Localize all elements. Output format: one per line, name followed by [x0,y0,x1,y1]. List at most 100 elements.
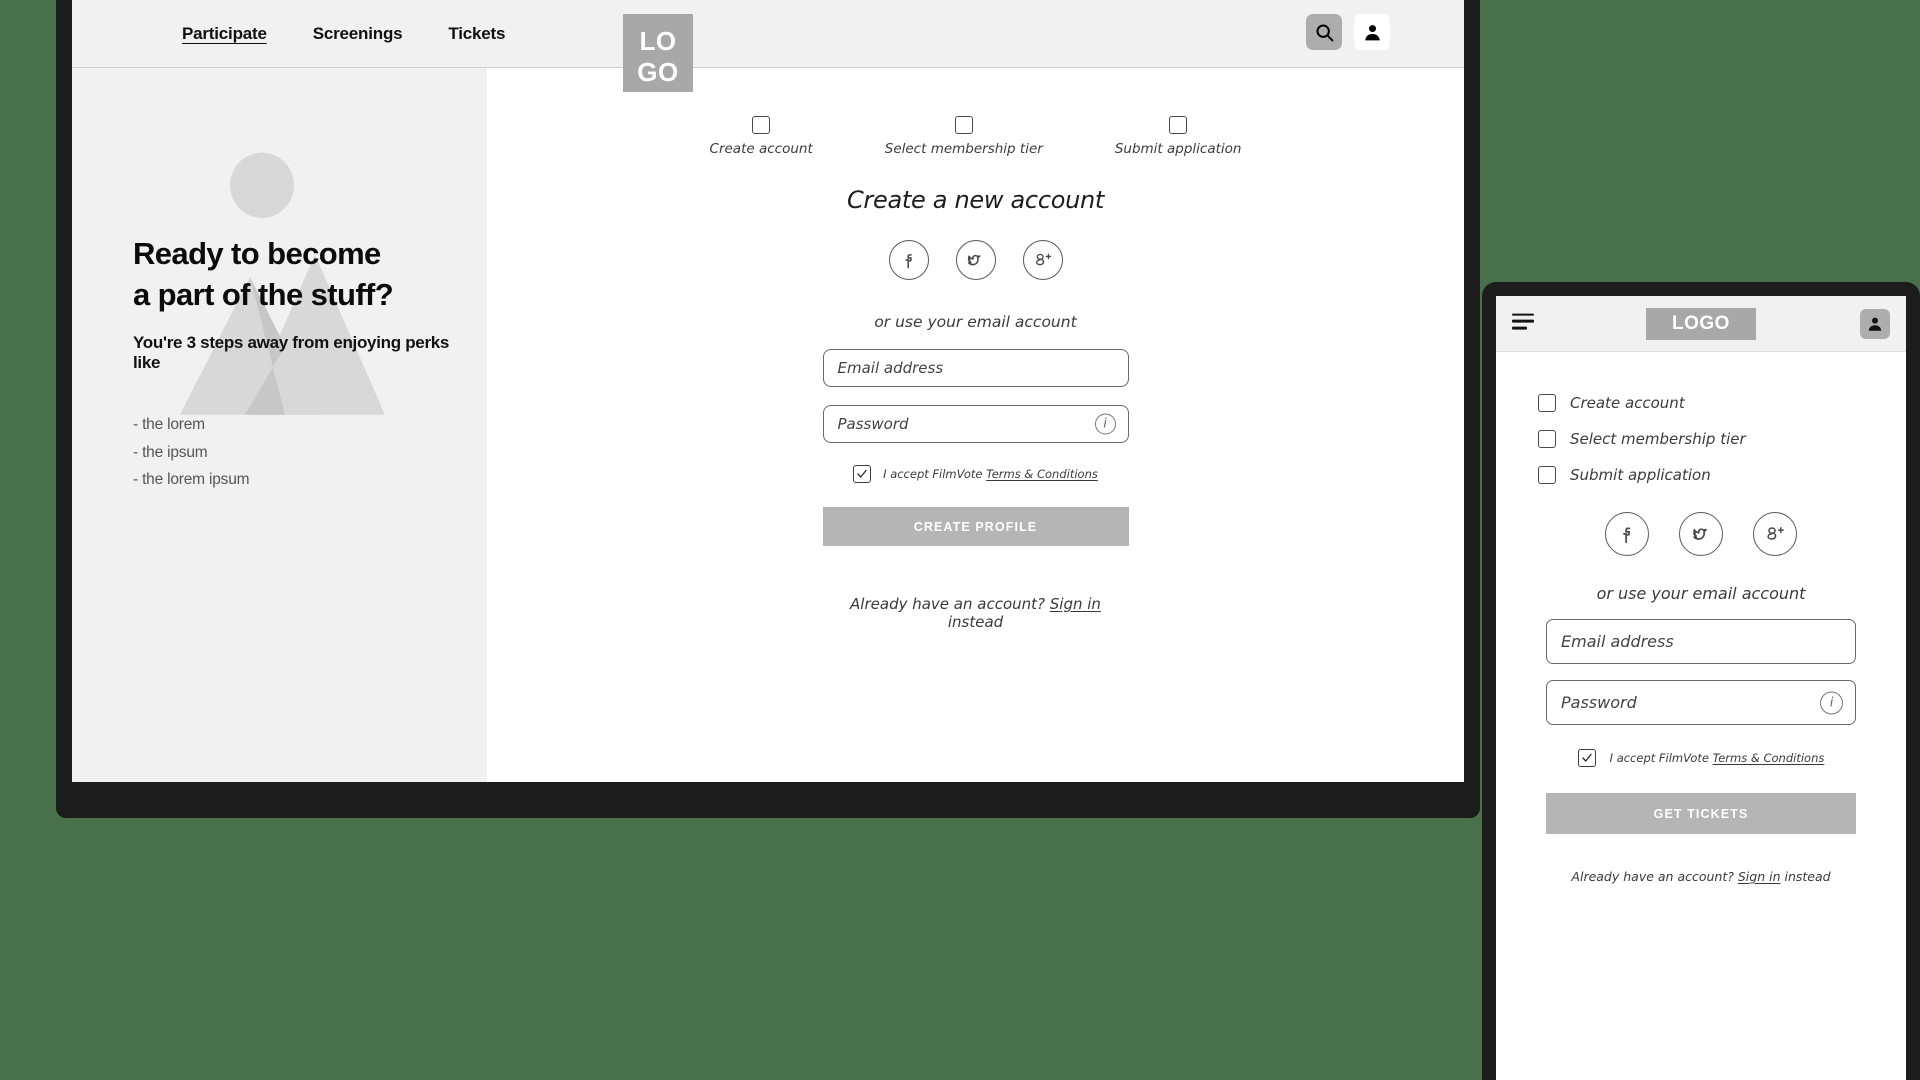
desktop-screen: Participate Screenings Tickets LO GO Rea… [72,0,1464,782]
logo-line-1: LO [639,26,677,56]
progress-stepper: Create account Select membership tier Su… [487,116,1464,157]
step-label: Submit application [1570,466,1711,484]
step-select-membership-tier[interactable]: Select membership tier [885,116,1043,157]
step-label: Create account [1570,394,1685,412]
googleplus-icon [1031,248,1055,272]
account-button[interactable] [1354,14,1390,50]
email-placeholder: Email address [837,359,944,377]
twitter-icon [964,249,987,272]
main-navigation: Participate Screenings Tickets [182,0,505,68]
search-button[interactable] [1306,14,1342,50]
signin-prompt: Already have an account? Sign in instead [1546,869,1856,884]
mobile-screen: LOGO Create account Select membership ti… [1496,296,1906,1080]
googleplus-icon [1762,521,1788,547]
title-line-1: Ready to become [133,236,381,271]
facebook-login-button[interactable] [1605,512,1649,556]
get-tickets-button[interactable]: GET TICKETS [1546,793,1856,834]
nav-item-screenings[interactable]: Screenings [313,24,403,44]
facebook-icon [1615,522,1639,546]
page-title: Ready to become a part of the stuff? [133,233,463,315]
terms-prefix: I accept FilmVote [883,467,987,481]
step-label: Select membership tier [884,141,1043,157]
promo-subtitle: You're 3 steps away from enjoying perks … [133,333,450,372]
terms-row: I accept FilmVote Terms & Conditions [823,465,1129,483]
list-item: - the ipsum [133,443,208,461]
mobile-signup-form: or use your email account Email address … [1546,512,1856,884]
signup-panel: Create account Select membership tier Su… [487,68,1464,782]
step-checkbox[interactable] [1538,466,1556,484]
step-checkbox[interactable] [1169,116,1188,134]
step-select-membership-tier[interactable]: Select membership tier [1538,430,1906,448]
step-submit-application[interactable]: Submit application [1114,116,1242,157]
password-placeholder: Password [837,415,909,433]
promo-copy: Ready to become a part of the stuff? You… [133,233,463,498]
terms-link[interactable]: Terms & Conditions [986,467,1098,481]
terms-label: I accept FilmVote Terms & Conditions [1610,751,1825,765]
nav-item-tickets[interactable]: Tickets [448,24,505,44]
mobile-device-frame: LOGO Create account Select membership ti… [1482,282,1920,1080]
signin-suffix: instead [947,613,1004,631]
mobile-header: LOGO [1496,296,1906,352]
form-divider-text: or use your email account [874,313,1077,331]
twitter-login-button[interactable] [955,240,996,280]
step-label: Create account [709,141,813,157]
password-field[interactable]: Password i [822,405,1129,443]
terms-checkbox[interactable] [853,465,872,483]
facebook-login-button[interactable] [888,240,929,280]
social-login-row [823,240,1129,280]
googleplus-login-button[interactable] [1753,512,1797,556]
left-promo-panel: Ready to become a part of the stuff? You… [72,68,487,782]
nav-item-participate[interactable]: Participate [182,24,267,44]
signin-prefix: Already have an account? [850,595,1050,613]
terms-label: I accept FilmVote Terms & Conditions [883,467,1098,481]
create-profile-button[interactable]: CREATE PROFILE [822,507,1129,546]
signin-prefix: Already have an account? [1571,869,1738,884]
step-create-account[interactable]: Create account [1538,394,1906,412]
search-icon [1314,22,1335,43]
form-title: Create a new account [846,186,1105,214]
signin-link[interactable]: Sign in [1738,869,1781,884]
logo-line-2: GO [637,57,679,87]
step-checkbox[interactable] [752,116,771,134]
email-field[interactable]: Email address [1546,619,1856,664]
terms-link[interactable]: Terms & Conditions [1713,751,1825,765]
email-placeholder: Email address [1561,632,1674,651]
list-item: - the lorem [133,416,205,433]
terms-row: I accept FilmVote Terms & Conditions [1546,749,1856,767]
signup-form: Create a new account or use your email a… [822,186,1129,631]
social-login-row [1546,512,1856,556]
mobile-progress-stepper: Create account Select membership tier Su… [1538,394,1906,484]
signin-suffix: instead [1780,869,1831,884]
info-icon[interactable]: i [1094,413,1116,435]
site-logo[interactable]: LO GO [623,14,693,92]
terms-checkbox[interactable] [1577,749,1596,767]
step-label: Submit application [1114,141,1242,157]
header-actions [1306,14,1390,50]
person-icon [1362,22,1383,43]
step-create-account[interactable]: Create account [710,116,813,157]
signin-prompt: Already have an account? Sign in instead [823,595,1129,631]
mobile-account-button[interactable] [1860,308,1890,339]
form-divider-text: or use your email account [1596,584,1806,603]
info-icon[interactable]: i [1820,691,1843,714]
desktop-device-frame: Participate Screenings Tickets LO GO Rea… [56,0,1480,818]
twitter-login-button[interactable] [1679,512,1723,556]
person-icon [1866,315,1884,333]
step-submit-application[interactable]: Submit application [1538,466,1906,484]
mobile-site-logo[interactable]: LOGO [1646,307,1756,340]
twitter-icon [1689,522,1714,547]
list-item: - the lorem ipsum [133,471,250,488]
step-checkbox[interactable] [954,116,973,134]
password-field[interactable]: Password i [1546,680,1856,725]
title-line-2: a part of the stuff? [133,277,394,312]
step-checkbox[interactable] [1538,430,1556,448]
perks-list: - the lorem - the ipsum - the lorem ipsu… [133,415,463,491]
signin-link[interactable]: Sign in [1050,595,1101,613]
email-field[interactable]: Email address [822,349,1129,387]
googleplus-login-button[interactable] [1022,240,1063,280]
facebook-icon [898,249,920,271]
step-checkbox[interactable] [1538,394,1556,412]
step-label: Select membership tier [1570,430,1746,448]
terms-prefix: I accept FilmVote [1609,751,1713,765]
hamburger-icon[interactable] [1512,313,1534,334]
